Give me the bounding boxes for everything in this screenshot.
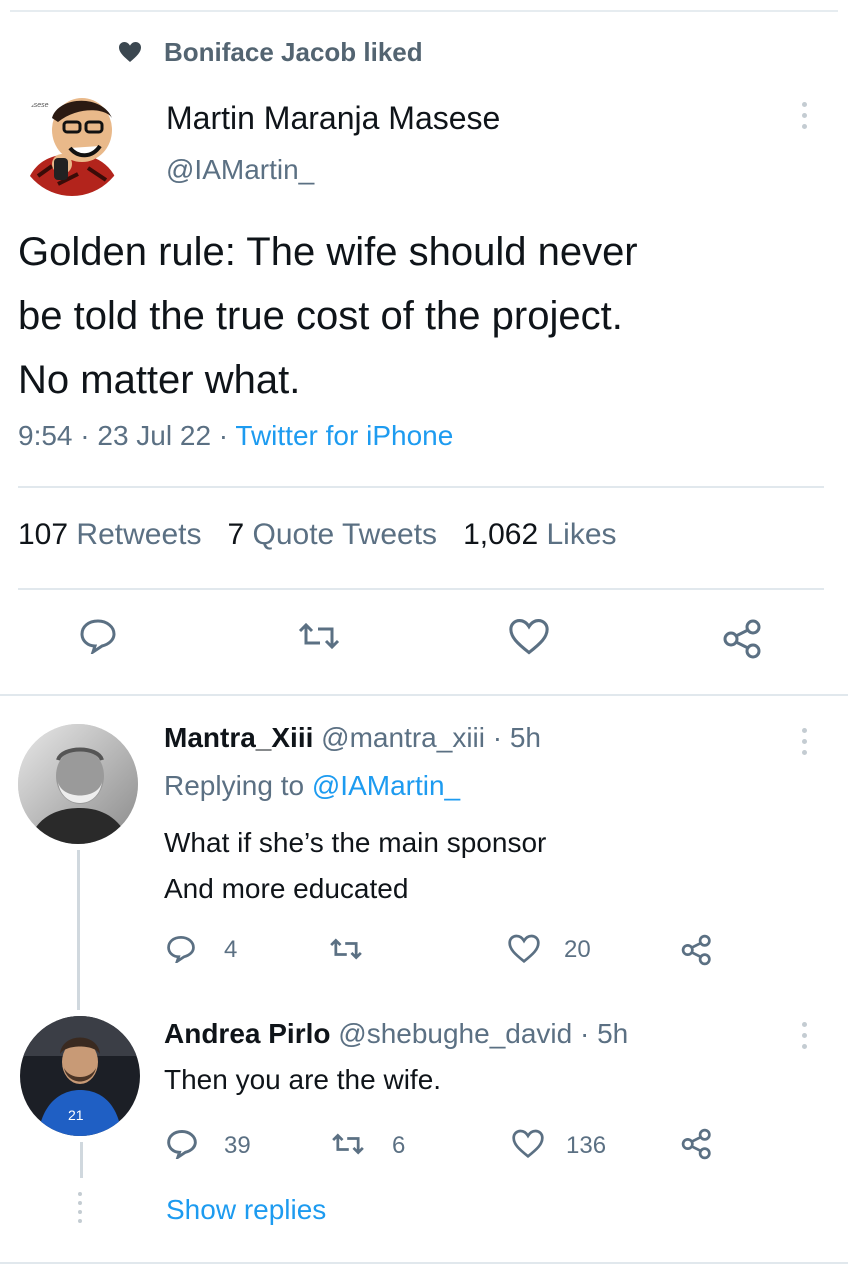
portrait-avatar-image [18, 724, 138, 844]
share-icon[interactable] [720, 616, 766, 662]
retweet-icon[interactable] [328, 1126, 368, 1162]
show-replies-link[interactable]: Show replies [166, 1194, 326, 1226]
tweet-stats: 107 Retweets 7 Quote Tweets 1,062 Likes [18, 518, 617, 552]
thread-line [77, 850, 80, 1010]
more-options-icon[interactable] [802, 728, 808, 755]
reply-icon[interactable] [164, 932, 198, 966]
tweet-line: be told the true cost of the project. [18, 294, 623, 338]
reply-header: Andrea Pirlo @shebughe_david · 5h [164, 1018, 628, 1050]
heart-filled-icon [119, 42, 141, 62]
top-divider [10, 10, 838, 12]
tweet-text: Golden rule: The wife should never be to… [18, 220, 818, 412]
like-count: 20 [564, 936, 591, 963]
avatar-caption: Masese [24, 102, 49, 109]
reply-text: Then you are the wife. [164, 1064, 441, 1096]
tweet-source[interactable]: Twitter for iPhone [235, 420, 453, 451]
replying-to: Replying to @IAMartin_ [164, 770, 460, 802]
like-icon[interactable] [510, 1126, 546, 1162]
retweets-stat[interactable]: 107 Retweets [18, 518, 201, 552]
author-handle[interactable]: @IAMartin_ [166, 154, 314, 186]
thread-dots [78, 1192, 84, 1226]
reply-icon[interactable] [76, 616, 120, 656]
social-context-text: Boniface Jacob liked [164, 36, 423, 67]
retweet-icon[interactable] [326, 932, 366, 966]
divider [0, 694, 848, 696]
reply-author-name[interactable]: Andrea Pirlo [164, 1018, 330, 1049]
share-icon[interactable] [678, 932, 716, 968]
tweet-meta: 9:54 · 23 Jul 22 · Twitter for iPhone [18, 420, 453, 452]
like-icon[interactable] [506, 932, 542, 966]
reply-author-name[interactable]: Mantra_Xiii [164, 722, 313, 753]
like-icon[interactable] [506, 616, 552, 658]
divider [18, 588, 824, 590]
more-options-icon[interactable] [802, 102, 808, 129]
reply-action-bar: 39 6 136 [164, 1126, 724, 1162]
reply-count: 39 [224, 1132, 251, 1159]
quote-tweets-stat[interactable]: 7 Quote Tweets [227, 518, 437, 552]
reply-avatar[interactable] [18, 724, 138, 844]
reply-action-bar: 4 20 [164, 932, 724, 968]
social-context: Boniface Jacob liked [118, 34, 423, 70]
reply-line: And more educated [164, 873, 409, 904]
reply-count: 4 [224, 936, 238, 963]
tweet-line: No matter what. [18, 358, 301, 402]
likes-stat[interactable]: 1,062 Likes [463, 518, 616, 552]
reply-avatar[interactable]: 21 [20, 1016, 140, 1136]
retweet-count: 6 [392, 1132, 406, 1159]
reply-header: Mantra_Xiii @mantra_xiii · 5h [164, 722, 541, 754]
footballer-avatar-image: 21 [20, 1016, 140, 1136]
tweet-timestamp[interactable]: 9:54 · 23 Jul 22 · [18, 420, 228, 451]
author-name[interactable]: Martin Maranja Masese [166, 100, 500, 137]
thread-line [80, 1142, 83, 1178]
reply-handle-time[interactable]: @mantra_xiii · 5h [321, 722, 541, 753]
author-avatar[interactable]: Masese [18, 88, 126, 196]
reply-line: Then you are the wife. [164, 1064, 442, 1095]
reply-text: What if she’s the main sponsor And more … [164, 820, 546, 912]
reply-line: What if she’s the main sponsor [164, 827, 547, 858]
replying-to-prefix: Replying to [164, 770, 305, 801]
replying-to-handle[interactable]: @IAMartin_ [312, 770, 460, 801]
divider [0, 1262, 848, 1264]
reply-icon[interactable] [164, 1126, 200, 1162]
share-icon[interactable] [678, 1126, 716, 1162]
more-options-icon[interactable] [802, 1022, 808, 1049]
reply-handle-time[interactable]: @shebughe_david · 5h [338, 1018, 628, 1049]
divider [18, 486, 824, 488]
retweet-icon[interactable] [294, 616, 344, 656]
tweet-line: Golden rule: The wife should never [18, 230, 638, 274]
jersey-number: 21 [68, 1107, 84, 1123]
like-count: 136 [566, 1132, 607, 1159]
